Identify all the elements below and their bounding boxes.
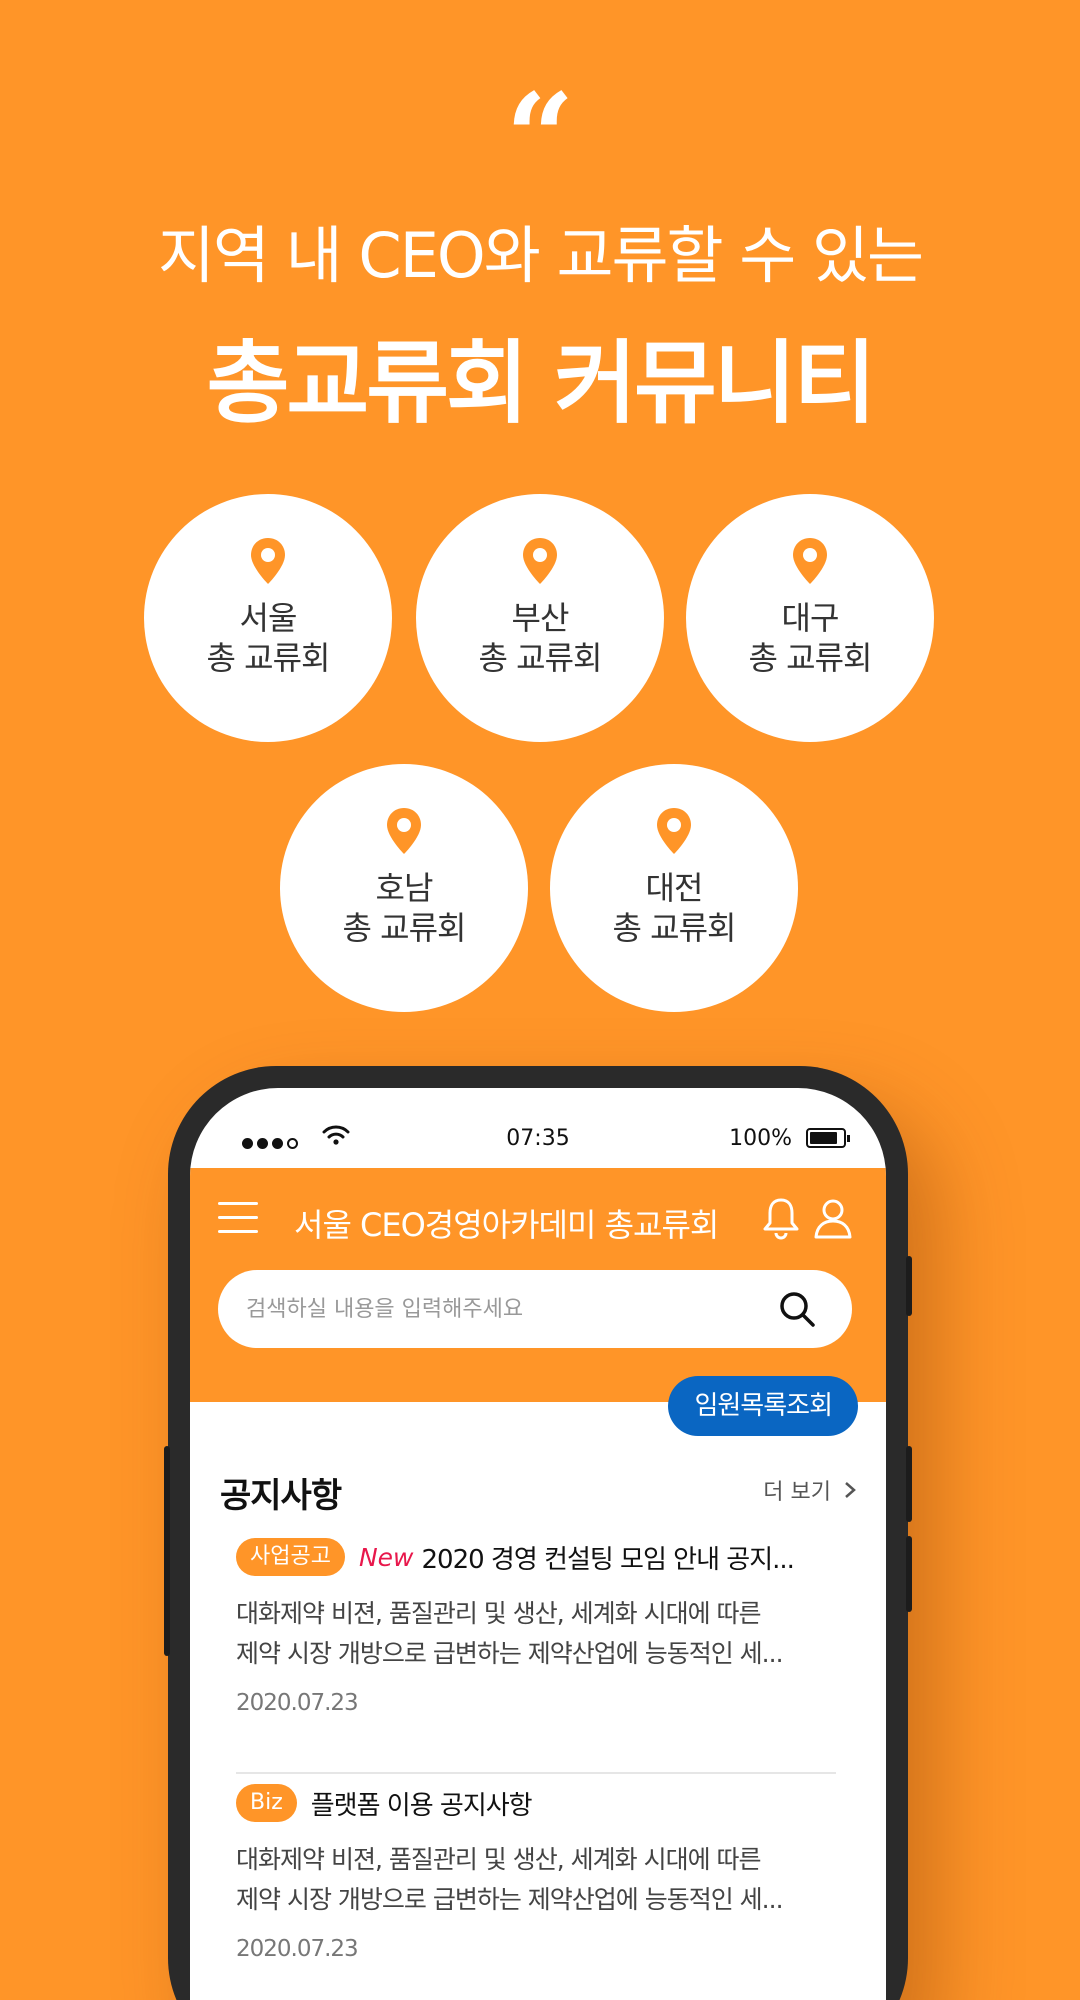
section-title-notices: 공지사항: [220, 1476, 342, 1516]
region-busan[interactable]: 부산 총 교류회: [416, 494, 664, 742]
new-badge: New: [358, 1542, 414, 1572]
notice-title: 2020 경영 컨설팅 모임 안내 공지...: [421, 1544, 794, 1575]
app-header: 서울 CEO경영아카데미 총교류회: [190, 1168, 886, 1402]
main-content: 공지사항 더 보기 사업공고 New 2020 경영 컨설팅 모임 안내 공지.…: [190, 1402, 886, 2000]
hero-subtitle: 지역 내 CEO와 교류할 수 있는: [157, 219, 924, 292]
battery-icon: [806, 1128, 850, 1148]
phone-mockup: 07:35 100% 서울 CEO경영아카데미 총교류회 검색하실 내용을 입력…: [164, 1066, 912, 2000]
region-sub: 총 교류회: [748, 639, 873, 677]
notice-item[interactable]: 사업공고 New 2020 경영 컨설팅 모임 안내 공지... 대화제약 비젼…: [236, 1536, 836, 1716]
quote-mark: “: [505, 67, 575, 208]
search-bar: [218, 1270, 852, 1348]
phone-side-button: [906, 1256, 912, 1316]
notice-body-line: 제약 시장 개방으로 급변하는 제약산업에 능동적인 세...: [236, 1639, 784, 1668]
search-icon[interactable]: [778, 1290, 816, 1328]
region-name: 부산: [511, 599, 570, 637]
map-pin-icon: [251, 538, 285, 584]
user-icon[interactable]: [812, 1196, 854, 1240]
notice-date: 2020.07.23: [236, 1936, 359, 1962]
more-label: 더 보기: [763, 1480, 831, 1505]
phone-side-button: [906, 1536, 912, 1612]
notice-title: 플랫폼 이용 공지사항: [310, 1790, 532, 1821]
status-bar: 07:35 100%: [190, 1088, 886, 1168]
bell-icon[interactable]: [762, 1196, 800, 1240]
region-name: 서울: [239, 599, 298, 637]
phone-side-button: [164, 1446, 170, 1656]
phone-screen: 07:35 100% 서울 CEO경영아카데미 총교류회 검색하실 내용을 입력…: [190, 1088, 886, 2000]
region-seoul[interactable]: 서울 총 교류회: [144, 494, 392, 742]
notice-body-line: 대화제약 비젼, 품질관리 및 생산, 세계화 시대에 따른: [236, 1845, 762, 1874]
app-title: 서울 CEO경영아카데미 총교류회: [294, 1206, 719, 1244]
map-pin-icon: [793, 538, 827, 584]
category-badge: 사업공고: [236, 1538, 345, 1576]
notice-body: 대화제약 비젼, 품질관리 및 생산, 세계화 시대에 따른 제약 시장 개방으…: [236, 1594, 836, 1674]
category-badge: Biz: [236, 1784, 297, 1822]
region-name: 대전: [645, 869, 704, 907]
region-sub: 총 교류회: [206, 639, 331, 677]
region-daejeon[interactable]: 대전 총 교류회: [550, 764, 798, 1012]
executive-list-button[interactable]: 임원목록조회: [668, 1376, 858, 1436]
divider: [236, 1772, 836, 1774]
more-link[interactable]: 더 보기: [763, 1474, 856, 1506]
chevron-right-icon: [845, 1482, 856, 1498]
map-pin-icon: [657, 808, 691, 854]
menu-icon[interactable]: [218, 1202, 258, 1238]
region-sub: 총 교류회: [478, 639, 603, 677]
map-pin-icon: [387, 808, 421, 854]
search-input[interactable]: [246, 1270, 766, 1348]
region-sub: 총 교류회: [612, 909, 737, 947]
battery-percent: 100%: [729, 1126, 792, 1151]
notice-body-line: 제약 시장 개방으로 급변하는 제약산업에 능동적인 세...: [236, 1885, 784, 1914]
region-sub: 총 교류회: [342, 909, 467, 947]
region-name: 대구: [781, 599, 840, 637]
notice-item[interactable]: Biz 플랫폼 이용 공지사항 대화제약 비젼, 품질관리 및 생산, 세계화 …: [236, 1782, 836, 1962]
hero-title: 총교류회 커뮤니티: [206, 331, 877, 436]
map-pin-icon: [523, 538, 557, 584]
region-name: 호남: [375, 869, 434, 907]
phone-side-button: [906, 1446, 912, 1522]
region-daegu[interactable]: 대구 총 교류회: [686, 494, 934, 742]
notice-date: 2020.07.23: [236, 1690, 359, 1716]
region-honam[interactable]: 호남 총 교류회: [280, 764, 528, 1012]
notice-body: 대화제약 비젼, 품질관리 및 생산, 세계화 시대에 따른 제약 시장 개방으…: [236, 1840, 836, 1920]
notice-body-line: 대화제약 비젼, 품질관리 및 생산, 세계화 시대에 따른: [236, 1599, 762, 1628]
